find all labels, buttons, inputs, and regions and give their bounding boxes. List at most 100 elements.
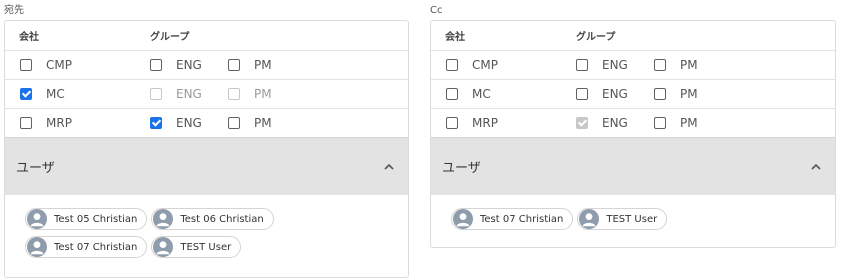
group-option[interactable]: PM bbox=[228, 58, 284, 72]
user-avatar-icon bbox=[453, 209, 473, 229]
group-option[interactable]: PM bbox=[654, 87, 710, 101]
company-row: MRP ENG PM bbox=[431, 109, 835, 137]
group-label: ENG bbox=[602, 116, 628, 130]
user-avatar-icon bbox=[27, 209, 47, 229]
company-row: CMP ENG PM bbox=[5, 51, 408, 80]
group-option[interactable]: PM bbox=[228, 116, 284, 130]
group-option: ENG bbox=[576, 116, 632, 130]
to-users-title: ユーザ bbox=[16, 161, 55, 176]
user-name: TEST User bbox=[180, 241, 232, 253]
user-chip[interactable]: Test 05 Christian bbox=[25, 208, 148, 230]
group-options: ENG PM bbox=[150, 116, 306, 130]
group-checkbox[interactable] bbox=[654, 88, 666, 100]
group-label: ENG bbox=[176, 116, 202, 130]
user-avatar-icon bbox=[153, 237, 174, 257]
user-chip[interactable]: Test 07 Christian bbox=[25, 236, 148, 258]
user-chip[interactable]: TEST User bbox=[151, 236, 242, 258]
group-label: PM bbox=[680, 58, 698, 72]
user-avatar-icon bbox=[27, 237, 47, 257]
company-checkbox[interactable] bbox=[20, 88, 32, 100]
group-options: ENG PM bbox=[576, 87, 732, 101]
company-label: MC bbox=[472, 87, 491, 101]
group-label: PM bbox=[254, 116, 272, 130]
company-label: MC bbox=[46, 87, 65, 101]
user-name: Test 06 Christian bbox=[180, 213, 264, 225]
group-option[interactable]: ENG bbox=[150, 116, 206, 130]
to-user-chips: Test 05 Christian Test 06 Christian Test 0… bbox=[5, 195, 305, 264]
group-label: ENG bbox=[602, 58, 628, 72]
to-table-header: 会社 グループ bbox=[5, 21, 408, 51]
cc-table-header: 会社 グループ bbox=[431, 21, 835, 51]
group-checkbox[interactable] bbox=[654, 59, 666, 71]
group-checkbox[interactable] bbox=[576, 59, 588, 71]
group-label: PM bbox=[254, 58, 272, 72]
company-label: CMP bbox=[46, 58, 72, 72]
company-row: MRP ENG PM bbox=[5, 109, 408, 137]
company-column-header: 会社 bbox=[445, 32, 465, 43]
company-checkbox[interactable] bbox=[446, 59, 458, 71]
company-row: MC ENG PM bbox=[431, 80, 835, 109]
group-option[interactable]: ENG bbox=[150, 58, 206, 72]
to-section-label: 宛先 bbox=[4, 5, 24, 16]
company-option[interactable]: CMP bbox=[431, 58, 576, 72]
group-label: PM bbox=[680, 87, 698, 101]
cc-recipient-card: 会社 グループ CMP ENG PM MC ENG PM MRP ENG PM ユーザ Test… bbox=[430, 20, 836, 248]
group-label: ENG bbox=[176, 58, 202, 72]
group-checkbox bbox=[150, 88, 162, 100]
user-chip[interactable]: Test 06 Christian bbox=[151, 208, 274, 230]
cc-section-label: Cc bbox=[430, 5, 443, 16]
group-option: PM bbox=[228, 87, 284, 101]
group-options: ENG PM bbox=[150, 58, 306, 72]
company-option[interactable]: MRP bbox=[431, 116, 576, 130]
user-avatar-icon bbox=[579, 209, 600, 229]
user-chip[interactable]: Test 07 Christian bbox=[451, 208, 574, 230]
company-option[interactable]: MC bbox=[431, 87, 576, 101]
group-label: ENG bbox=[602, 87, 628, 101]
cc-users-title: ユーザ bbox=[442, 161, 481, 176]
company-option[interactable]: MRP bbox=[5, 116, 150, 130]
group-label: PM bbox=[680, 116, 698, 130]
company-checkbox[interactable] bbox=[446, 117, 458, 129]
group-option[interactable]: ENG bbox=[576, 58, 632, 72]
company-option[interactable]: MC bbox=[5, 87, 150, 101]
group-options: ENG PM bbox=[576, 58, 732, 72]
group-options: ENG PM bbox=[576, 116, 732, 130]
to-users-panel-header[interactable]: ユーザ bbox=[5, 137, 408, 195]
group-checkbox[interactable] bbox=[150, 59, 162, 71]
group-option[interactable]: PM bbox=[654, 116, 710, 130]
user-chip[interactable]: TEST User bbox=[577, 208, 668, 230]
group-checkbox bbox=[576, 117, 588, 129]
company-label: CMP bbox=[472, 58, 498, 72]
group-options: ENG PM bbox=[150, 87, 306, 101]
company-option[interactable]: CMP bbox=[5, 58, 150, 72]
cc-company-rows: CMP ENG PM MC ENG PM MRP ENG PM bbox=[431, 51, 835, 137]
group-option: ENG bbox=[150, 87, 206, 101]
chevron-up-icon[interactable] bbox=[809, 160, 823, 174]
company-checkbox[interactable] bbox=[20, 59, 32, 71]
group-checkbox[interactable] bbox=[576, 88, 588, 100]
cc-user-chips: Test 07 Christian TEST User bbox=[431, 195, 731, 236]
company-checkbox[interactable] bbox=[20, 117, 32, 129]
to-company-rows: CMP ENG PM MC ENG PM MRP ENG PM bbox=[5, 51, 408, 137]
company-column-header: 会社 bbox=[19, 32, 39, 43]
cc-section: Cc 会社 グループ CMP ENG PM MC ENG PM MRP ENG PM ユーザ T… bbox=[430, 0, 836, 248]
user-name: Test 05 Christian bbox=[54, 213, 138, 225]
group-label: PM bbox=[254, 87, 272, 101]
company-label: MRP bbox=[46, 116, 72, 130]
company-checkbox[interactable] bbox=[446, 88, 458, 100]
user-name: TEST User bbox=[606, 213, 658, 225]
group-checkbox[interactable] bbox=[228, 59, 240, 71]
group-option[interactable]: PM bbox=[654, 58, 710, 72]
group-column-header: グループ bbox=[576, 32, 616, 43]
group-checkbox[interactable] bbox=[228, 117, 240, 129]
chevron-up-icon[interactable] bbox=[382, 160, 396, 174]
cc-users-panel-header[interactable]: ユーザ bbox=[431, 137, 835, 195]
group-label: ENG bbox=[176, 87, 202, 101]
group-checkbox[interactable] bbox=[654, 117, 666, 129]
company-label: MRP bbox=[472, 116, 498, 130]
group-option[interactable]: ENG bbox=[576, 87, 632, 101]
to-section: 宛先 会社 グループ CMP ENG PM MC ENG PM MRP ENG PM ユーザ T… bbox=[4, 0, 409, 278]
company-row: MC ENG PM bbox=[5, 80, 408, 109]
group-checkbox[interactable] bbox=[150, 117, 162, 129]
user-avatar-icon bbox=[153, 209, 174, 229]
